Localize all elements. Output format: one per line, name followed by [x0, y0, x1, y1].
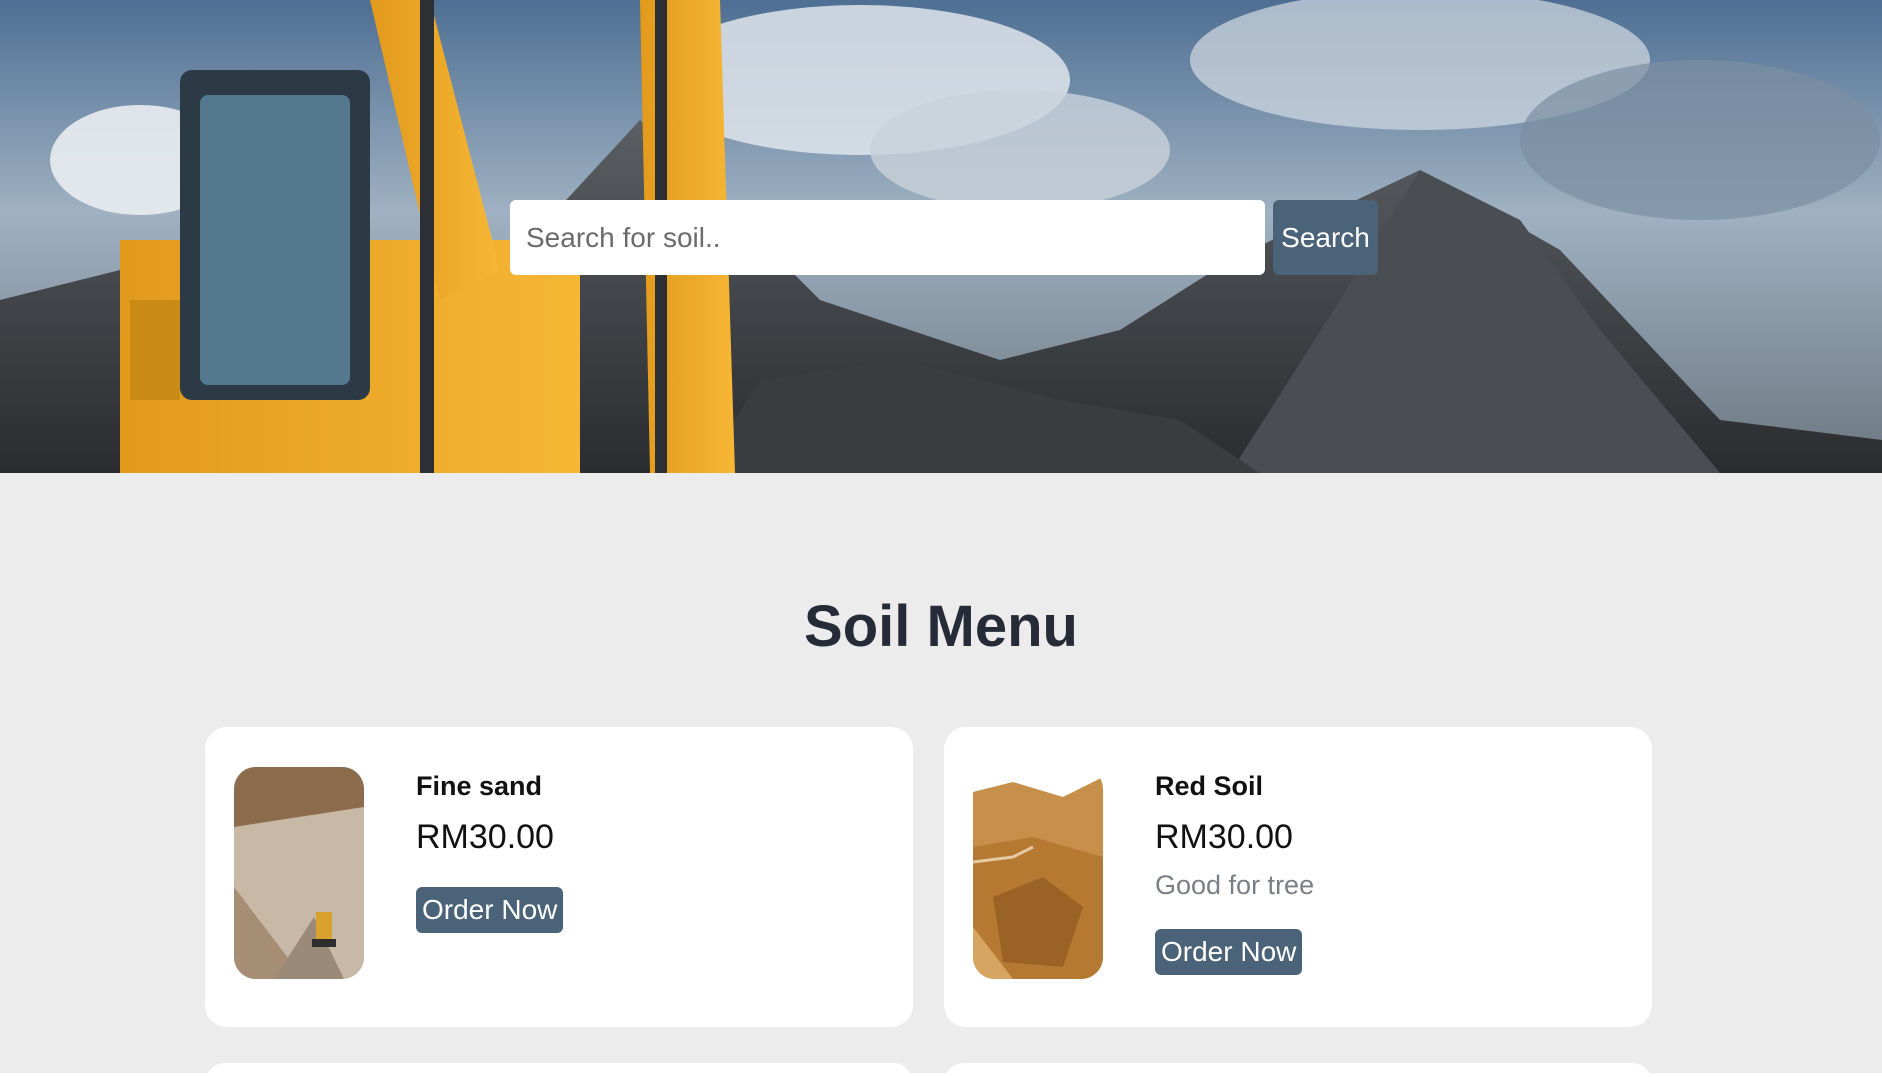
order-now-button[interactable]: Order Now	[416, 887, 564, 933]
hero-banner: Search	[0, 0, 1882, 473]
product-description: Good for tree	[1155, 870, 1315, 900]
search-input[interactable]	[510, 200, 1265, 275]
menu-title: Soil Menu	[804, 594, 1078, 659]
product-details: Fine sand RM30.00 Order Now	[416, 767, 564, 933]
search-bar: Search	[510, 200, 1378, 275]
fine-sand-image	[234, 767, 364, 979]
red-soil-image	[973, 767, 1103, 979]
product-price: RM30.00	[1155, 818, 1293, 856]
product-card: Fine sand RM30.00 Order Now	[205, 727, 913, 1027]
product-name: Red Soil	[1155, 771, 1264, 801]
product-price: RM30.00	[416, 818, 554, 856]
order-now-button[interactable]: Order Now	[1155, 929, 1303, 975]
product-card-partial	[944, 1063, 1652, 1077]
product-card: Red Soil RM30.00 Good for tree Order Now	[944, 727, 1652, 1027]
product-card-partial	[205, 1063, 913, 1077]
product-details: Red Soil RM30.00 Good for tree Order Now	[1155, 767, 1314, 975]
soil-menu-section: Soil Menu Fine sand RM30.00 Order Now Re…	[0, 473, 1882, 1077]
product-name: Fine sand	[416, 771, 543, 801]
page: Search Soil Menu Fine sand RM30.00	[0, 0, 1882, 1077]
search-button[interactable]: Search	[1273, 200, 1378, 275]
